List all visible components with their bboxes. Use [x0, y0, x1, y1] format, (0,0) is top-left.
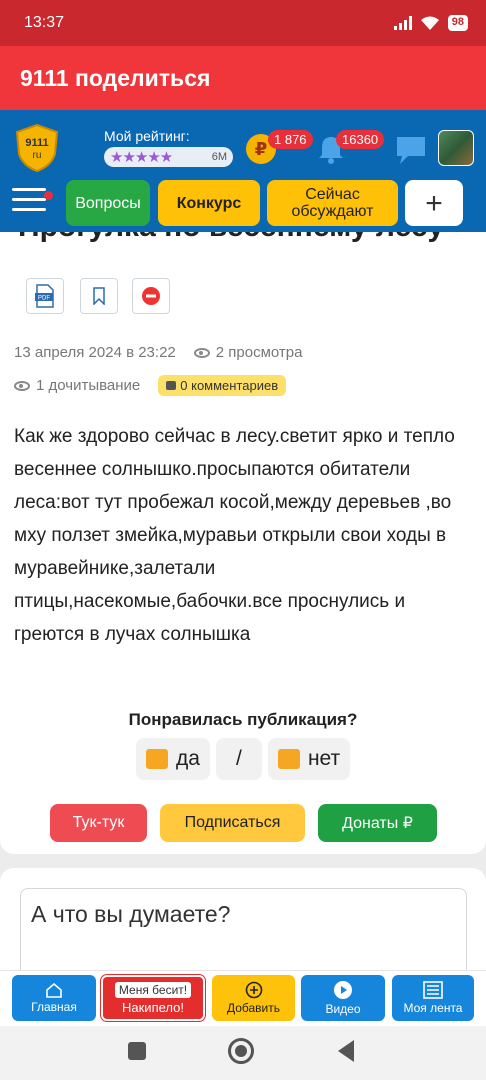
chat-icon[interactable]	[394, 134, 428, 166]
pdf-button[interactable]: PDF	[26, 278, 64, 314]
bottom-nav: Главная Меня бесит! Накипело! Добавить В…	[0, 970, 486, 1026]
vote-separator: /	[215, 738, 262, 780]
post-meta-line1: 13 апреля 2024 в 23:22 2 просмотра	[14, 344, 302, 361]
battery-icon: 98	[447, 15, 468, 31]
comments-count: 0 комментариев	[180, 378, 279, 393]
status-icons: 98	[393, 15, 468, 31]
thumbs-down-icon	[277, 749, 300, 769]
views-count: 2 просмотра	[215, 344, 303, 361]
notifications-badge: 16360	[336, 130, 385, 149]
bottom-nav-video[interactable]: Видео	[301, 975, 385, 1021]
eye-icon	[193, 348, 210, 359]
angry-label-bottom: Накипело!	[122, 999, 184, 1015]
app-title: 9111 поделиться	[20, 64, 211, 91]
video-label: Видео	[325, 1002, 361, 1016]
add-icon	[245, 981, 262, 999]
svg-text:PDF: PDF	[38, 296, 50, 302]
status-time: 13:37	[24, 14, 65, 31]
add-label: Добавить	[226, 1001, 281, 1015]
wifi-icon	[420, 16, 439, 30]
site-logo[interactable]: 9111 ru	[15, 124, 59, 172]
menu-notification-dot	[44, 191, 53, 200]
home-label: Главная	[31, 1000, 77, 1014]
post-title: Прогулка по весеннему лесу	[18, 232, 444, 244]
bottom-nav-angry[interactable]: Меня бесит! Накипело!	[100, 974, 206, 1022]
vote-row: да / нет	[136, 738, 351, 780]
nav-discussed-button[interactable]: Сейчас обсуждают	[267, 180, 398, 226]
logo-text: 9111	[25, 137, 48, 149]
post-body: Как же здорово сейчас в лесу.светит ярко…	[14, 426, 455, 645]
thumbs-up-icon	[146, 749, 168, 769]
nav-row: Вопросы Конкурс Сейчас обсуждают +	[0, 178, 486, 232]
eye-icon	[14, 381, 30, 392]
post-date: 13 апреля 2024 в 23:22	[14, 344, 176, 361]
vote-yes-button[interactable]: да	[136, 738, 210, 780]
like-question: Понравилась публикация?	[128, 710, 358, 729]
menu-icon[interactable]	[12, 188, 46, 218]
signal-icon	[393, 16, 412, 30]
status-bar: 13:37 98	[0, 0, 486, 46]
app-title-bar: 9111 поделиться	[0, 46, 486, 110]
post-reads: 1 дочитывание	[14, 377, 140, 394]
rating-stars: ★★★★★	[110, 149, 173, 166]
nav-plus-button[interactable]: +	[405, 180, 463, 226]
nav-questions-button[interactable]: Вопросы	[66, 180, 150, 226]
feed-icon	[423, 981, 443, 999]
vote-no-button[interactable]: нет	[267, 738, 351, 780]
recents-icon[interactable]	[128, 1042, 146, 1060]
my-rating[interactable]: Мой рейтинг: ★★★★★ 6M	[104, 128, 233, 167]
home-icon	[46, 982, 62, 998]
donate-button[interactable]: Донаты ₽	[318, 804, 437, 842]
subscribe-button[interactable]: Подписаться	[160, 804, 305, 842]
avatar[interactable]	[438, 130, 474, 166]
home-system-icon[interactable]	[228, 1038, 254, 1064]
coins-badge: 1 876	[268, 130, 313, 149]
system-nav-bar	[0, 1026, 486, 1080]
knock-button[interactable]: Тук-тук	[50, 804, 147, 842]
rating-label: Мой рейтинг:	[104, 128, 190, 144]
bottom-nav-add[interactable]: Добавить	[212, 975, 295, 1021]
post-card: Прогулка по весеннему лесу PDF 13 апреля…	[0, 232, 486, 854]
comments-badge[interactable]: 0 комментариев	[158, 375, 287, 396]
bottom-nav-home[interactable]: Главная	[12, 975, 96, 1021]
bookmark-icon	[93, 287, 105, 305]
nav-contest-button[interactable]: Конкурс	[158, 180, 260, 226]
bookmark-button[interactable]	[80, 278, 118, 314]
vote-yes-label: да	[176, 747, 200, 770]
block-icon	[142, 287, 160, 305]
comment-icon	[166, 381, 177, 390]
post-views: 2 просмотра	[193, 344, 303, 361]
site-header: 9111 ru Мой рейтинг: ★★★★★ 6M ₽ 1 876 16…	[0, 110, 486, 232]
rating-box: ★★★★★ 6M	[104, 147, 233, 167]
back-icon[interactable]	[338, 1040, 354, 1062]
reads-count: 1 дочитывание	[36, 377, 141, 394]
play-icon	[334, 981, 352, 999]
vote-no-label: нет	[307, 747, 341, 770]
block-button[interactable]	[132, 278, 170, 314]
rating-count: 6M	[211, 151, 227, 163]
pdf-icon: PDF	[35, 284, 54, 308]
post-meta-line2: 1 дочитывание 0 комментариев	[14, 375, 287, 396]
angry-label-top: Меня бесит!	[114, 981, 192, 998]
logo-subtext: ru	[33, 150, 42, 161]
bottom-nav-feed[interactable]: Моя лента	[392, 975, 474, 1021]
feed-label: Моя лента	[403, 1001, 463, 1015]
